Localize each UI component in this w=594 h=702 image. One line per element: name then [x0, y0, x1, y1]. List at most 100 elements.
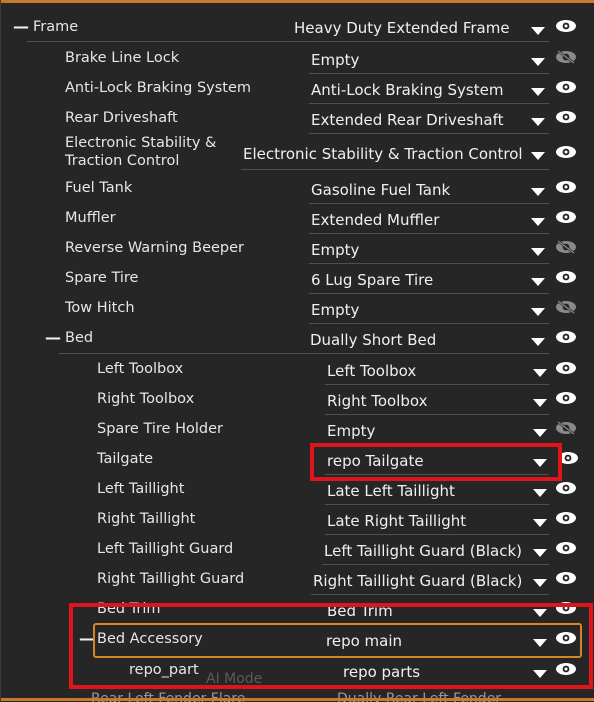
- eye-icon[interactable]: [555, 210, 577, 224]
- row-divider: [325, 414, 549, 415]
- tailgate-highlight-box: [310, 443, 562, 481]
- row-label-right-toolbox: Right Toolbox: [97, 391, 195, 407]
- row-value-fuel-tank[interactable]: Gasoline Fuel Tank: [311, 181, 450, 199]
- row-label-tow-hitch: Tow Hitch: [65, 300, 135, 316]
- row-divider: [309, 323, 549, 324]
- chevron-down-icon[interactable]: [531, 308, 545, 316]
- row-value-spare-tire[interactable]: 6 Lug Spare Tire: [311, 271, 433, 289]
- eye-icon[interactable]: [555, 270, 577, 284]
- eye-icon[interactable]: [555, 481, 577, 495]
- eye-icon[interactable]: [555, 361, 577, 375]
- eye-icon[interactable]: [555, 110, 577, 124]
- row-divider: [325, 534, 549, 535]
- row-divider: [309, 293, 549, 294]
- eye-icon[interactable]: [555, 145, 577, 159]
- row-value-spare-tire-holder[interactable]: Empty: [327, 422, 375, 440]
- row-value-muffler[interactable]: Extended Muffler: [311, 211, 439, 229]
- panel-bottom-accent: [1, 698, 594, 701]
- tree-row-right-taillight[interactable]: Right Taillight Late Right Taillight: [1, 506, 594, 536]
- chevron-down-icon[interactable]: [533, 579, 547, 587]
- chevron-down-icon[interactable]: [531, 338, 545, 346]
- row-label-brake-line-lock: Brake Line Lock: [65, 50, 180, 66]
- collapse-toggle-frame[interactable]: —: [13, 18, 29, 36]
- row-divider: [325, 504, 549, 505]
- row-value-anti-lock-braking-system[interactable]: Anti-Lock Braking System: [311, 81, 503, 99]
- row-value-left-toolbox[interactable]: Left Toolbox: [327, 362, 416, 380]
- chevron-down-icon[interactable]: [531, 152, 545, 160]
- row-label-frame: Frame: [33, 19, 79, 35]
- eye-icon[interactable]: [555, 80, 577, 94]
- row-label-right-taillight-guard: Right Taillight Guard: [97, 571, 245, 587]
- chevron-down-icon[interactable]: [531, 248, 545, 256]
- row-value-right-taillight[interactable]: Late Right Taillight: [327, 512, 466, 530]
- row-label-anti-lock-braking-system: Anti-Lock Braking System: [65, 80, 252, 96]
- tree-row-electronic-stability[interactable]: Electronic Stability & Traction Control …: [1, 133, 594, 173]
- row-divider: [59, 353, 549, 354]
- chevron-down-icon[interactable]: [531, 88, 545, 96]
- tree-row-brake-line-lock[interactable]: Brake Line Lock Empty: [1, 45, 594, 75]
- row-value-right-toolbox[interactable]: Right Toolbox: [327, 392, 428, 410]
- row-label-right-taillight: Right Taillight: [97, 511, 196, 527]
- eye-hidden-icon[interactable]: [555, 300, 577, 314]
- row-value-left-taillight[interactable]: Late Left Taillight: [327, 482, 455, 500]
- chevron-down-icon[interactable]: [533, 489, 547, 497]
- eye-icon[interactable]: [555, 511, 577, 525]
- chevron-down-icon[interactable]: [531, 218, 545, 226]
- row-label-spare-tire: Spare Tire: [65, 270, 139, 286]
- eye-icon[interactable]: [555, 330, 577, 344]
- chevron-down-icon[interactable]: [533, 519, 547, 527]
- chevron-down-icon[interactable]: [531, 27, 545, 35]
- row-value-tow-hitch[interactable]: Empty: [311, 301, 359, 319]
- tree-row-right-taillight-guard[interactable]: Right Taillight Guard Right Taillight Gu…: [1, 566, 594, 596]
- tree-row-anti-lock-braking-system[interactable]: Anti-Lock Braking System Anti-Lock Braki…: [1, 75, 594, 105]
- chevron-down-icon[interactable]: [531, 278, 545, 286]
- row-label-reverse-warning-beeper: Reverse Warning Beeper: [65, 240, 244, 256]
- tree-row-rear-driveshaft[interactable]: Rear Driveshaft Extended Rear Driveshaft: [1, 105, 594, 135]
- tree-row-spare-tire-holder[interactable]: Spare Tire Holder Empty: [1, 416, 594, 446]
- tree-row-reverse-warning-beeper[interactable]: Reverse Warning Beeper Empty: [1, 235, 594, 265]
- eye-icon[interactable]: [555, 571, 577, 585]
- eye-icon[interactable]: [555, 19, 577, 33]
- chevron-down-icon[interactable]: [531, 118, 545, 126]
- tree-row-frame[interactable]: — Frame Heavy Duty Extended Frame: [1, 13, 594, 43]
- row-value-rear-driveshaft[interactable]: Extended Rear Driveshaft: [311, 111, 504, 129]
- tree-row-right-toolbox[interactable]: Right Toolbox Right Toolbox: [1, 386, 594, 416]
- row-value-brake-line-lock[interactable]: Empty: [311, 51, 359, 69]
- chevron-down-icon[interactable]: [533, 549, 547, 557]
- tree-row-tow-hitch[interactable]: Tow Hitch Empty: [1, 295, 594, 325]
- row-label-electronic-stability: Electronic Stability & Traction Control: [65, 135, 217, 169]
- row-label-left-toolbox: Left Toolbox: [97, 361, 184, 377]
- tree-row-left-toolbox[interactable]: Left Toolbox Left Toolbox: [1, 356, 594, 386]
- eye-icon[interactable]: [555, 180, 577, 194]
- chevron-down-icon[interactable]: [531, 58, 545, 66]
- tree-row-fuel-tank[interactable]: Fuel Tank Gasoline Fuel Tank: [1, 175, 594, 205]
- row-value-left-taillight-guard[interactable]: Left Taillight Guard (Black): [324, 542, 522, 560]
- tree-row-bed[interactable]: — Bed Dually Short Bed: [1, 325, 594, 355]
- row-value-reverse-warning-beeper[interactable]: Empty: [311, 241, 359, 259]
- eye-icon[interactable]: [555, 391, 577, 405]
- row-value-frame[interactable]: Heavy Duty Extended Frame: [294, 19, 510, 37]
- row-divider: [309, 263, 549, 264]
- eye-icon[interactable]: [555, 541, 577, 555]
- row-divider: [27, 41, 549, 42]
- chevron-down-icon[interactable]: [533, 429, 547, 437]
- row-value-bed[interactable]: Dually Short Bed: [310, 331, 436, 349]
- collapse-toggle-bed[interactable]: —: [45, 329, 61, 347]
- row-divider: [309, 103, 549, 104]
- eye-hidden-icon[interactable]: [555, 240, 577, 254]
- tree-row-left-taillight-guard[interactable]: Left Taillight Guard Left Taillight Guar…: [1, 536, 594, 566]
- chevron-down-icon[interactable]: [533, 399, 547, 407]
- tree-row-spare-tire[interactable]: Spare Tire 6 Lug Spare Tire: [1, 265, 594, 295]
- chevron-down-icon[interactable]: [531, 188, 545, 196]
- row-label-spare-tire-holder: Spare Tire Holder: [97, 421, 223, 437]
- row-label-left-taillight: Left Taillight: [97, 481, 185, 497]
- row-value-electronic-stability[interactable]: Electronic Stability & Traction Control: [243, 145, 523, 163]
- row-label-left-taillight-guard: Left Taillight Guard: [97, 541, 234, 557]
- eye-hidden-icon[interactable]: [555, 421, 577, 435]
- row-divider: [311, 594, 549, 595]
- eye-hidden-icon[interactable]: [555, 50, 577, 64]
- panel-top-accent: [1, 0, 594, 3]
- tree-row-muffler[interactable]: Muffler Extended Muffler: [1, 205, 594, 235]
- chevron-down-icon[interactable]: [533, 369, 547, 377]
- row-value-right-taillight-guard[interactable]: Right Taillight Guard (Black): [313, 572, 522, 590]
